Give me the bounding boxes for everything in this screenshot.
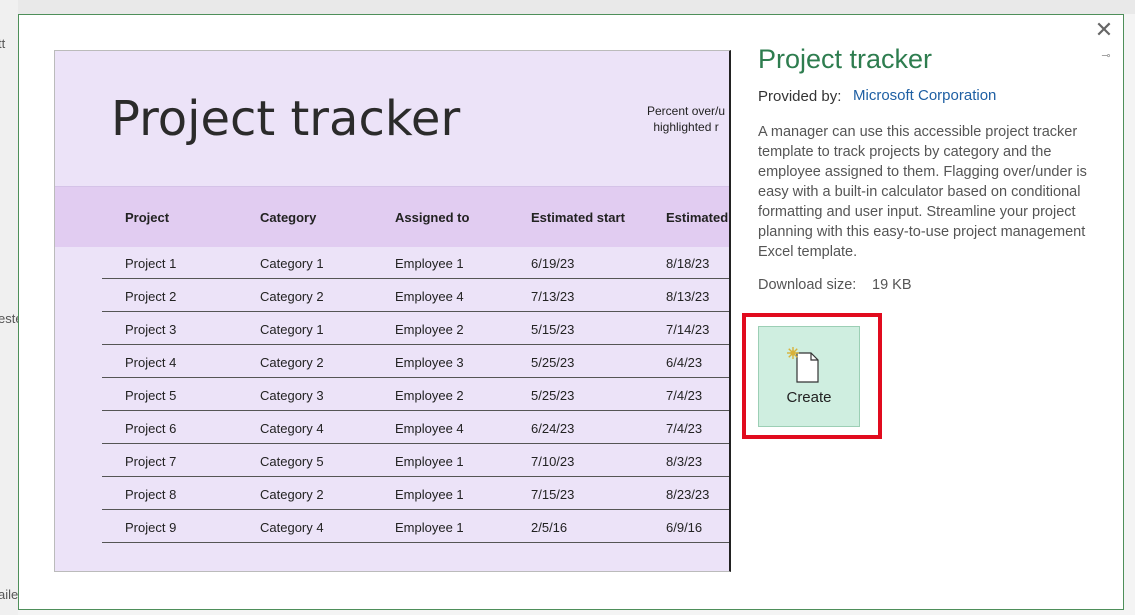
table-cell: Project 5 — [125, 388, 177, 403]
column-header: Category — [260, 210, 317, 225]
table-cell: Category 2 — [260, 487, 324, 502]
table-cell: Employee 4 — [395, 421, 464, 436]
table-cell: 5/25/23 — [531, 388, 575, 403]
table-row: Project 3 Category 1 Employee 2 5/15/23 7/14… — [102, 312, 729, 345]
table-cell: 7/13/23 — [531, 289, 575, 304]
table-cell: Project 3 — [125, 322, 177, 337]
table-cell: 2/5/16 — [531, 520, 568, 535]
table-cell: Project 8 — [125, 487, 177, 502]
table-cell: Employee 1 — [395, 487, 464, 502]
table-cell: 7/14/23 — [666, 322, 710, 337]
table-row: Project 2 Category 2 Employee 4 7/13/23 8/13… — [102, 279, 729, 312]
template-preview-dialog: ✕ ⊸ Project tracker Percent over/u highl… — [18, 14, 1124, 610]
create-button-label: Create — [786, 389, 832, 406]
column-header: Project — [125, 210, 170, 225]
table-row: Project 1 Category 1 Employee 1 6/19/23 8/18… — [102, 246, 729, 279]
table-cell: Project 2 — [125, 289, 177, 304]
table-cell: Category 4 — [260, 520, 324, 535]
table-cell: Category 2 — [260, 289, 324, 304]
download-size-value: 19 KB — [872, 277, 912, 293]
table-cell: 6/19/23 — [531, 256, 575, 271]
table-cell: 6/24/23 — [531, 421, 575, 436]
table-cell: Category 4 — [260, 421, 324, 436]
preview-table-body: Project 1 Category 1 Employee 1 6/19/23 8/18… — [102, 246, 729, 543]
table-cell: 6/9/16 — [666, 520, 703, 535]
background-fragment: aile — [0, 587, 19, 602]
preview-note: Percent over/u highlighted r — [647, 103, 725, 135]
table-cell: Project 6 — [125, 421, 177, 436]
preview-note-line: highlighted r — [653, 120, 719, 134]
template-preview-image: Project tracker Percent over/u highlight… — [54, 50, 731, 572]
table-cell: Category 1 — [260, 256, 324, 271]
preview-title: Project tracker — [111, 91, 461, 147]
table-cell: Category 2 — [260, 355, 324, 370]
table-cell: 7/10/23 — [531, 454, 575, 469]
pin-icon[interactable]: ⊸ — [1099, 49, 1113, 63]
table-cell: Project 4 — [125, 355, 177, 370]
table-cell: Employee 1 — [395, 520, 464, 535]
provider-link[interactable]: Microsoft Corporation — [853, 87, 996, 104]
table-cell: 7/4/23 — [666, 388, 703, 403]
table-cell: Category 1 — [260, 322, 324, 337]
background-left-edge: tt este aile — [0, 0, 23, 615]
download-size-label: Download size: — [758, 277, 857, 293]
table-row: Project 7 Category 5 Employee 1 7/10/23 8/3/… — [102, 444, 729, 477]
table-cell: 7/15/23 — [531, 487, 575, 502]
table-row: Project 8 Category 2 Employee 1 7/15/23 8/23… — [102, 477, 729, 510]
column-header: Estimated — [666, 210, 729, 225]
provided-by-label: Provided by: — [758, 88, 842, 105]
table-cell: 6/4/23 — [666, 355, 703, 370]
table-cell: Category 5 — [260, 454, 324, 469]
table-cell: Category 3 — [260, 388, 324, 403]
table-cell: 8/3/23 — [666, 454, 703, 469]
table-row: Project 4 Category 2 Employee 3 5/25/23 6/4/… — [102, 345, 729, 378]
table-cell: Project 7 — [125, 454, 177, 469]
table-cell: Employee 4 — [395, 289, 464, 304]
table-cell: Employee 2 — [395, 388, 464, 403]
column-header: Estimated start — [531, 210, 625, 225]
background-ribbon-strip — [0, 0, 1135, 14]
new-document-icon — [787, 347, 819, 383]
table-cell: Project 1 — [125, 256, 177, 271]
background-fragment: tt — [0, 36, 6, 51]
create-button[interactable]: Create — [758, 326, 860, 427]
table-row: Project 9 Category 4 Employee 1 2/5/16 6/9/1… — [102, 510, 729, 543]
table-cell: Employee 2 — [395, 322, 464, 337]
close-button[interactable]: ✕ — [1093, 19, 1115, 41]
preview-note-line: Percent over/u — [647, 104, 726, 118]
table-cell: 5/15/23 — [531, 322, 575, 337]
table-cell: Project 9 — [125, 520, 177, 535]
table-cell: 8/23/23 — [666, 487, 710, 502]
table-cell: Employee 3 — [395, 355, 464, 370]
column-header: Assigned to — [395, 210, 470, 225]
table-cell: 5/25/23 — [531, 355, 575, 370]
table-cell: Employee 1 — [395, 454, 464, 469]
table-cell: 8/13/23 — [666, 289, 710, 304]
table-row: Project 6 Category 4 Employee 4 6/24/23 7/4/… — [102, 411, 729, 444]
template-description: A manager can use this accessible projec… — [758, 124, 1087, 260]
template-title: Project tracker — [758, 44, 933, 74]
table-cell: Employee 1 — [395, 256, 464, 271]
table-cell: 7/4/23 — [666, 421, 703, 436]
table-row: Project 5 Category 3 Employee 2 5/25/23 7/4/… — [102, 378, 729, 411]
preview-table-header: Project Category Assigned to Estimated s… — [55, 186, 729, 247]
table-cell: 8/18/23 — [666, 256, 710, 271]
